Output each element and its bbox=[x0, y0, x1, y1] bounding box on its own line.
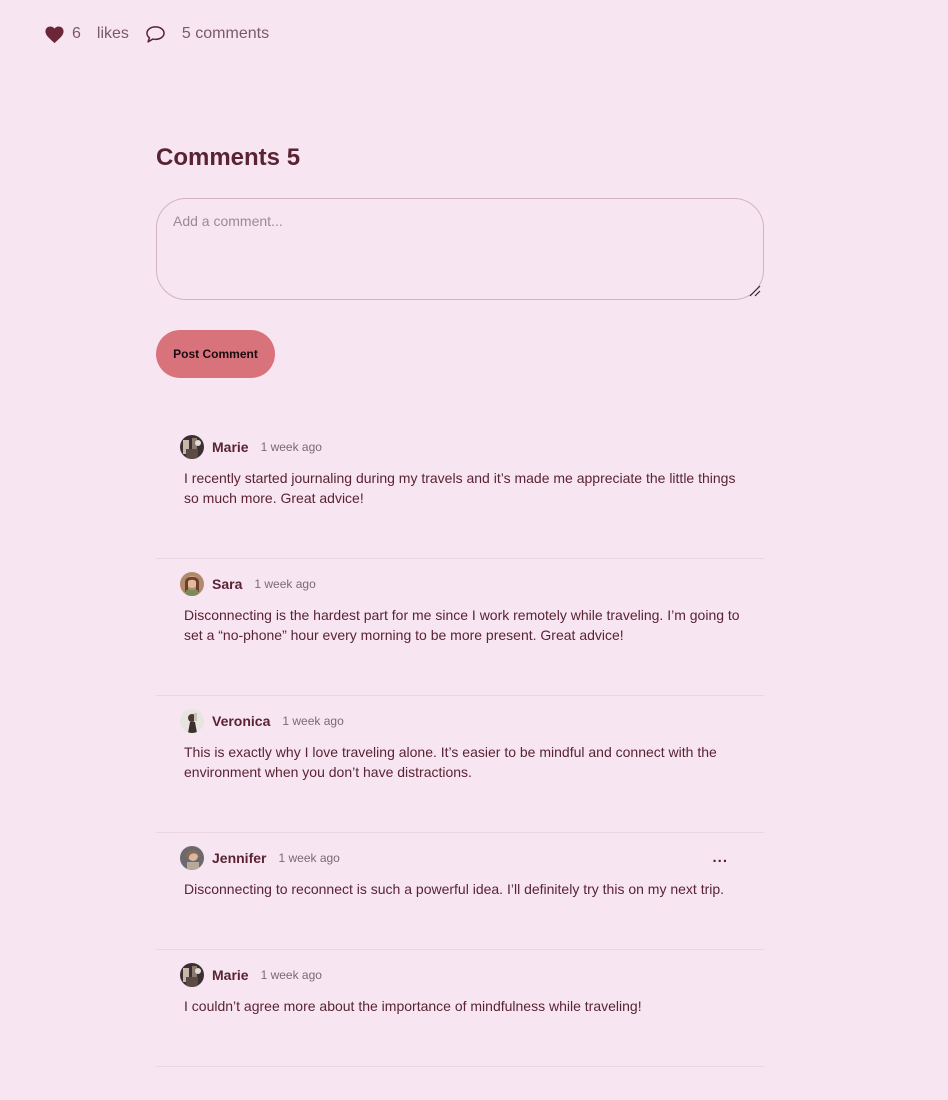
comment-time: 1 week ago bbox=[282, 714, 344, 728]
comment-text: I recently started journaling during my … bbox=[184, 470, 736, 506]
comment-header: Marie 1 week ago bbox=[180, 434, 736, 460]
comment-header: Marie 1 week ago bbox=[180, 962, 736, 988]
comment-item: Veronica 1 week ago This is exactly why … bbox=[156, 696, 764, 833]
post-stats: 6 likes 5 comments bbox=[44, 22, 269, 46]
resize-handle-icon[interactable] bbox=[748, 284, 762, 298]
avatar[interactable] bbox=[180, 709, 204, 733]
comment-item: Jennifer 1 week ago ... Disconnecting to… bbox=[156, 833, 764, 950]
comment-text: I couldn’t agree more about the importan… bbox=[184, 998, 642, 1014]
avatar[interactable] bbox=[180, 963, 204, 987]
comments-title: Comments 5 bbox=[156, 144, 301, 171]
comment-header: Sara 1 week ago bbox=[180, 571, 736, 597]
more-options-icon[interactable]: ... bbox=[712, 849, 728, 866]
comment-input[interactable] bbox=[156, 198, 764, 300]
avatar[interactable] bbox=[180, 846, 204, 870]
likes-count: 6 bbox=[72, 25, 81, 42]
comment-header: Jennifer 1 week ago bbox=[180, 845, 736, 871]
comment-time: 1 week ago bbox=[260, 968, 322, 982]
heart-icon[interactable] bbox=[44, 24, 65, 44]
comment-time: 1 week ago bbox=[278, 851, 340, 865]
comment-author[interactable]: Jennifer bbox=[212, 850, 266, 866]
likes-label: likes bbox=[96, 25, 129, 42]
speech-bubble-icon[interactable] bbox=[145, 24, 167, 44]
comment-author[interactable]: Marie bbox=[212, 439, 249, 455]
comment-item: Marie 1 week ago I recently started jour… bbox=[156, 422, 764, 559]
comment-list: Marie 1 week ago I recently started jour… bbox=[156, 422, 764, 1067]
comment-input-wrapper bbox=[156, 198, 764, 300]
comment-text: Disconnecting is the hardest part for me… bbox=[184, 607, 740, 643]
comments-count-label[interactable]: 5 comments bbox=[182, 25, 269, 43]
comment-author[interactable]: Marie bbox=[212, 967, 249, 983]
comment-item: Sara 1 week ago Disconnecting is the har… bbox=[156, 559, 764, 696]
comment-header: Veronica 1 week ago bbox=[180, 708, 736, 734]
comment-text: This is exactly why I love traveling alo… bbox=[184, 744, 717, 780]
comment-author[interactable]: Veronica bbox=[212, 713, 270, 729]
post-comment-button[interactable]: Post Comment bbox=[156, 330, 275, 378]
comment-author[interactable]: Sara bbox=[212, 576, 242, 592]
avatar[interactable] bbox=[180, 435, 204, 459]
comment-time: 1 week ago bbox=[254, 577, 316, 591]
comment-item: Marie 1 week ago I couldn’t agree more a… bbox=[156, 950, 764, 1067]
avatar[interactable] bbox=[180, 572, 204, 596]
comment-time: 1 week ago bbox=[260, 440, 322, 454]
comment-text: Disconnecting to reconnect is such a pow… bbox=[184, 881, 725, 897]
comments-section: Comments 5 Post Comment Marie bbox=[156, 140, 764, 1067]
